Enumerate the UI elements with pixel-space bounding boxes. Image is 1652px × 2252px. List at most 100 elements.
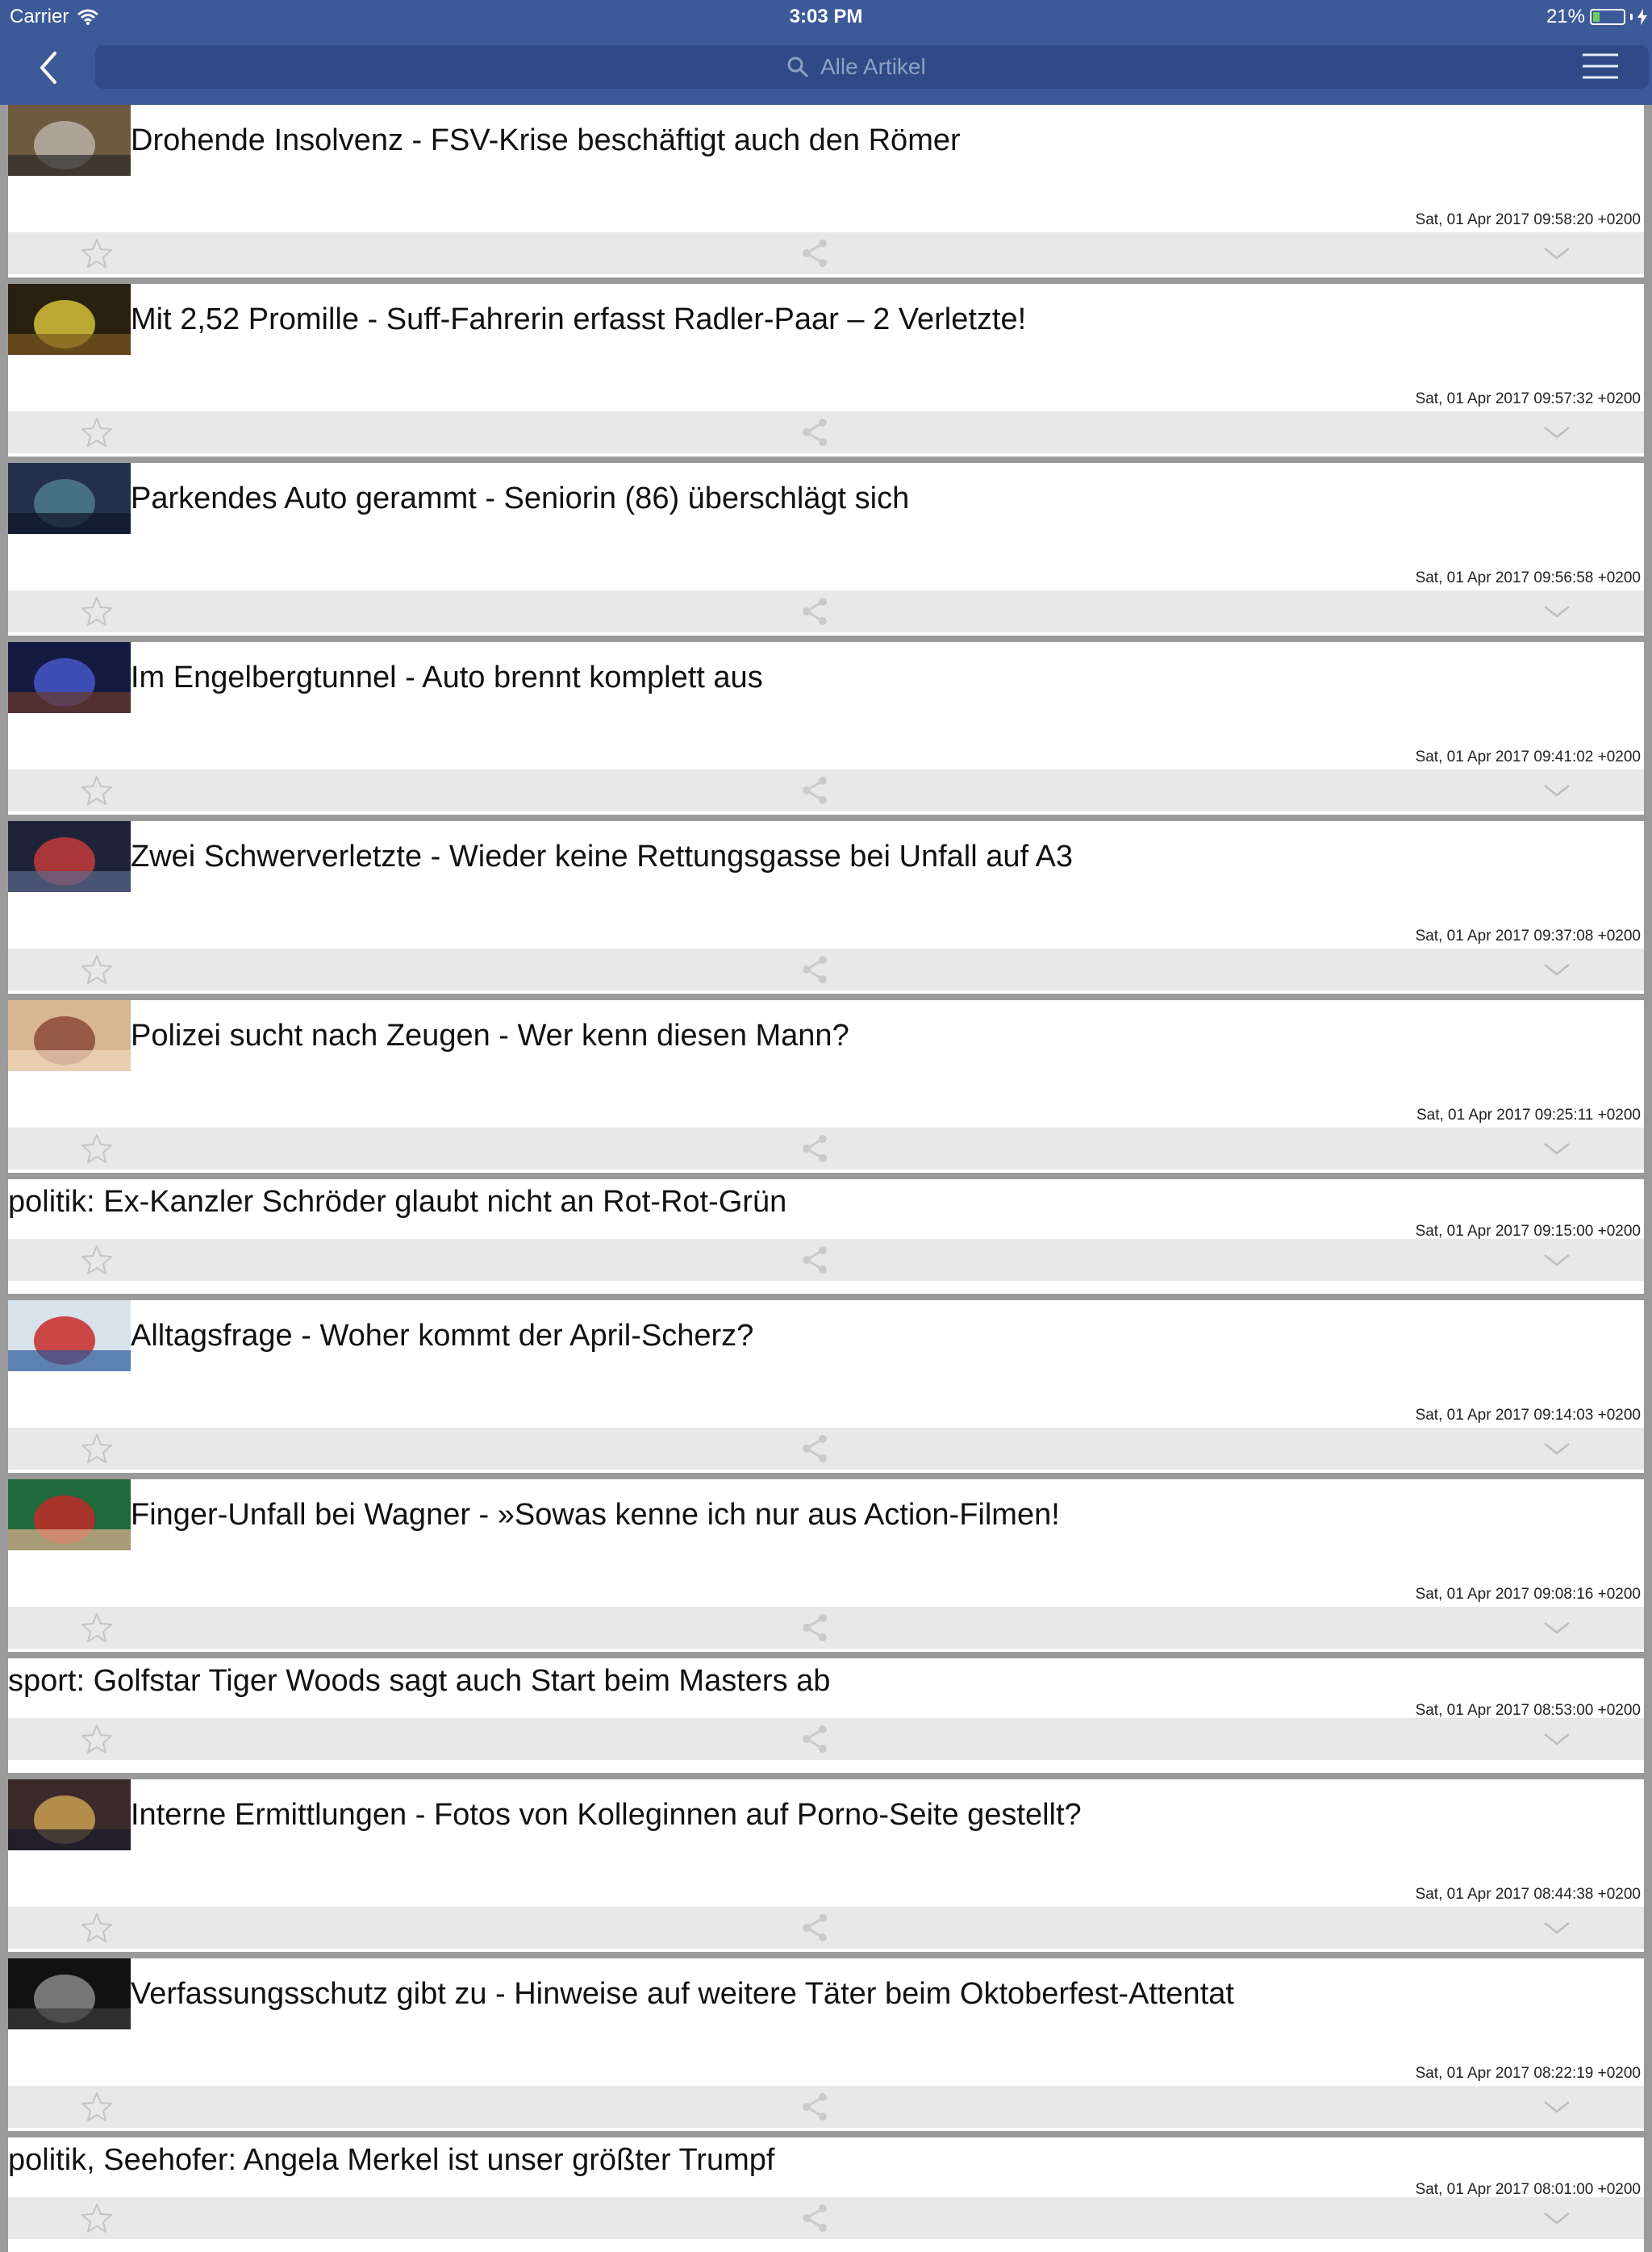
expand-button[interactable] <box>1525 2086 1589 2128</box>
share-button[interactable] <box>791 1907 839 1949</box>
chevron-down-icon <box>1544 606 1570 618</box>
article-title[interactable]: Interne Ermittlungen - Fotos von Kollegi… <box>131 1779 1641 1850</box>
search-icon <box>787 56 808 77</box>
article-card[interactable]: Parkendes Auto gerammt - Seniorin (86) ü… <box>8 463 1644 636</box>
expand-button[interactable] <box>1525 411 1589 453</box>
article-thumbnail[interactable] <box>8 821 131 892</box>
article-card[interactable]: Alltagsfrage - Woher kommt der April-Sch… <box>8 1300 1644 1473</box>
article-thumbnail[interactable] <box>8 1779 131 1850</box>
article-thumbnail[interactable] <box>8 105 131 176</box>
share-button[interactable] <box>791 2086 839 2128</box>
article-title[interactable]: sport: Golfstar Tiger Woods sagt auch St… <box>8 1658 1641 1704</box>
article-title[interactable]: Verfassungsschutz gibt zu - Hinweise auf… <box>131 1958 1641 2029</box>
article-title[interactable]: Drohende Insolvenz - FSV-Krise beschäfti… <box>131 105 1641 176</box>
article-title[interactable]: Polizei sucht nach Zeugen - Wer kenn die… <box>131 1000 1641 1071</box>
chevron-down-icon <box>1544 248 1570 260</box>
favorite-button[interactable] <box>73 1607 121 1649</box>
article-card[interactable]: Drohende Insolvenz - FSV-Krise beschäfti… <box>8 105 1644 277</box>
article-title[interactable]: politik, Seehofer: Angela Merkel ist uns… <box>8 2137 1641 2183</box>
favorite-button[interactable] <box>73 1239 121 1281</box>
favorite-button[interactable] <box>73 1428 121 1470</box>
article-card[interactable]: Polizei sucht nach Zeugen - Wer kenn die… <box>8 1000 1644 1173</box>
expand-button[interactable] <box>1525 1718 1589 1760</box>
bolt-icon <box>1637 9 1647 25</box>
article-title[interactable]: Finger-Unfall bei Wagner - »Sowas kenne … <box>131 1479 1641 1550</box>
article-thumbnail[interactable] <box>8 1000 131 1071</box>
share-icon <box>803 1914 827 1941</box>
article-action-bar <box>8 232 1644 274</box>
favorite-button[interactable] <box>73 949 121 990</box>
expand-button[interactable] <box>1525 769 1589 811</box>
article-card[interactable]: politik: Ex-Kanzler Schröder glaubt nich… <box>8 1179 1644 1294</box>
navigation-bar: Carrier 3:03 PM 21% <box>0 0 1652 105</box>
search-input[interactable] <box>819 53 951 81</box>
favorite-button[interactable] <box>73 2086 121 2128</box>
favorite-button[interactable] <box>73 1718 121 1760</box>
article-action-bar <box>8 411 1644 453</box>
share-button[interactable] <box>791 590 839 632</box>
expand-button[interactable] <box>1525 1907 1589 1949</box>
status-bar: Carrier 3:03 PM 21% <box>0 0 1652 34</box>
share-button[interactable] <box>791 949 839 990</box>
favorite-button[interactable] <box>73 590 121 632</box>
expand-button[interactable] <box>1525 949 1589 990</box>
expand-button[interactable] <box>1525 590 1589 632</box>
share-icon <box>803 777 827 804</box>
article-date: Sat, 01 Apr 2017 09:25:11 +0200 <box>1416 1107 1641 1124</box>
share-icon <box>803 1246 827 1274</box>
article-card[interactable]: Im Engelbergtunnel - Auto brennt komplet… <box>8 642 1644 815</box>
article-card[interactable]: Mit 2,52 Promille - Suff-Fahrerin erfass… <box>8 284 1644 457</box>
article-thumbnail[interactable] <box>8 1300 131 1371</box>
expand-button[interactable] <box>1525 232 1589 274</box>
article-date: Sat, 01 Apr 2017 09:56:58 +0200 <box>1415 569 1641 586</box>
article-card[interactable]: Verfassungsschutz gibt zu - Hinweise auf… <box>8 1958 1644 2131</box>
share-button[interactable] <box>791 1239 839 1281</box>
search-field[interactable] <box>95 45 1649 89</box>
article-card[interactable]: politik, Seehofer: Angela Merkel ist uns… <box>8 2137 1644 2252</box>
article-card[interactable]: sport: Golfstar Tiger Woods sagt auch St… <box>8 1658 1644 1773</box>
star-outline-icon <box>81 2092 112 2121</box>
article-title[interactable]: Zwei Schwerverletzte - Wieder keine Rett… <box>131 821 1641 892</box>
article-title[interactable]: politik: Ex-Kanzler Schröder glaubt nich… <box>8 1179 1641 1224</box>
menu-button[interactable] <box>1581 50 1620 82</box>
article-thumbnail[interactable] <box>8 284 131 355</box>
article-title[interactable]: Parkendes Auto gerammt - Seniorin (86) ü… <box>131 463 1641 534</box>
share-button[interactable] <box>791 1607 839 1649</box>
chevron-down-icon <box>1544 2101 1570 2113</box>
favorite-button[interactable] <box>73 232 121 274</box>
back-button[interactable] <box>32 48 68 87</box>
share-button[interactable] <box>791 1128 839 1170</box>
share-button[interactable] <box>791 1428 839 1470</box>
expand-button[interactable] <box>1525 1128 1589 1170</box>
article-action-bar <box>8 949 1644 990</box>
favorite-button[interactable] <box>73 769 121 811</box>
favorite-button[interactable] <box>73 1128 121 1170</box>
expand-button[interactable] <box>1525 1428 1589 1470</box>
chevron-down-icon <box>1544 1922 1570 1934</box>
battery-percent: 21% <box>1546 6 1585 27</box>
article-title[interactable]: Im Engelbergtunnel - Auto brennt komplet… <box>131 642 1641 713</box>
expand-button[interactable] <box>1525 1607 1589 1649</box>
article-card[interactable]: Finger-Unfall bei Wagner - »Sowas kenne … <box>8 1479 1644 1652</box>
article-title[interactable]: Mit 2,52 Promille - Suff-Fahrerin erfass… <box>131 284 1641 355</box>
article-action-bar <box>8 1718 1644 1760</box>
share-icon <box>803 2093 827 2121</box>
battery-icon <box>1590 9 1625 25</box>
article-card[interactable]: Interne Ermittlungen - Fotos von Kollegi… <box>8 1779 1644 1952</box>
article-thumbnail[interactable] <box>8 1958 131 2029</box>
share-button[interactable] <box>791 1718 839 1760</box>
share-button[interactable] <box>791 769 839 811</box>
chevron-down-icon <box>1544 1143 1570 1155</box>
share-button[interactable] <box>791 411 839 453</box>
share-icon <box>803 1725 827 1753</box>
article-thumbnail[interactable] <box>8 1479 131 1550</box>
article-title[interactable]: Alltagsfrage - Woher kommt der April-Sch… <box>131 1300 1641 1371</box>
favorite-button[interactable] <box>73 411 121 453</box>
share-button[interactable] <box>791 232 839 274</box>
favorite-button[interactable] <box>73 1907 121 1949</box>
expand-button[interactable] <box>1525 1239 1589 1281</box>
article-date: Sat, 01 Apr 2017 09:14:03 +0200 <box>1415 1407 1641 1424</box>
article-thumbnail[interactable] <box>8 463 131 534</box>
article-card[interactable]: Zwei Schwerverletzte - Wieder keine Rett… <box>8 821 1644 994</box>
article-thumbnail[interactable] <box>8 642 131 713</box>
